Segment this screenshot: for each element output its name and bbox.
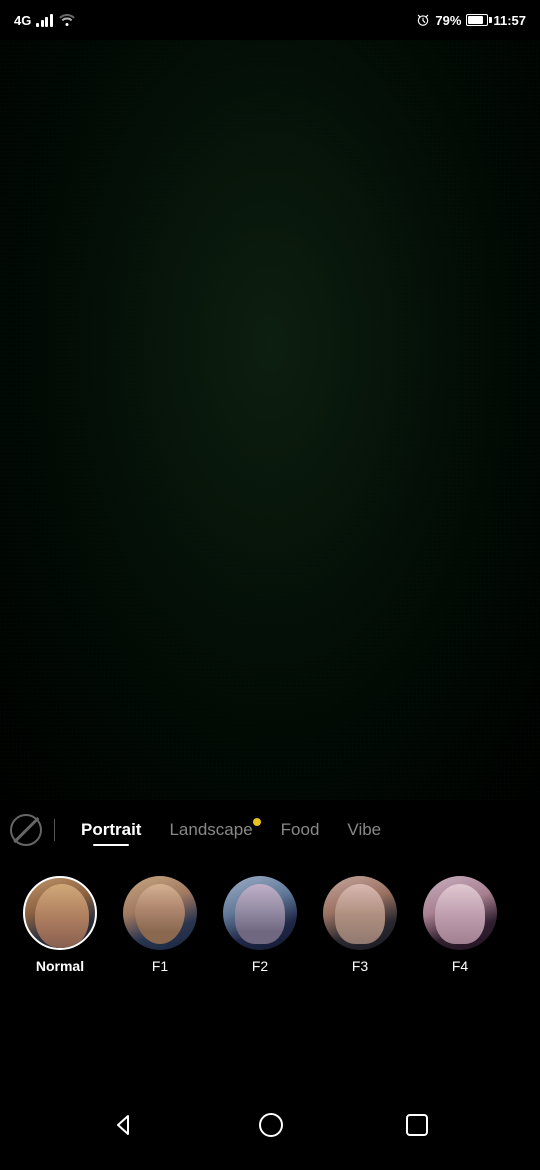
back-button[interactable] <box>110 1111 138 1139</box>
tab-food[interactable]: Food <box>267 812 334 848</box>
preset-f1-thumb <box>123 876 197 950</box>
tab-vibe[interactable]: Vibe <box>333 812 395 848</box>
preset-f1-label: F1 <box>152 958 168 974</box>
tab-divider <box>54 819 55 841</box>
tab-portrait[interactable]: Portrait <box>67 812 155 848</box>
preset-f3[interactable]: F3 <box>310 876 410 974</box>
landscape-dot <box>253 818 261 826</box>
preset-f2-thumb <box>223 876 297 950</box>
filter-tabs-bar: Portrait Landscape Food Vibe <box>0 800 540 860</box>
wifi-icon <box>58 12 76 29</box>
recent-button[interactable] <box>404 1112 430 1138</box>
no-filter-button[interactable] <box>10 814 42 846</box>
preset-f4[interactable]: F4 <box>410 876 510 974</box>
home-button[interactable] <box>257 1111 285 1139</box>
tab-landscape[interactable]: Landscape <box>155 812 266 848</box>
preset-normal-thumb <box>23 876 97 950</box>
preset-f4-label: F4 <box>452 958 468 974</box>
filter-presets-row: Normal F1 F2 F3 F4 <box>0 860 540 990</box>
preset-f3-label: F3 <box>352 958 368 974</box>
preset-f4-thumb <box>423 876 497 950</box>
preset-f2-label: F2 <box>252 958 268 974</box>
alarm-icon <box>416 13 430 27</box>
preset-normal[interactable]: Normal <box>10 876 110 974</box>
preset-normal-label: Normal <box>36 958 84 974</box>
bottom-nav <box>0 1080 540 1170</box>
status-right: 79% 11:57 <box>416 13 526 28</box>
preset-f3-thumb <box>323 876 397 950</box>
signal-bars-icon <box>36 13 53 27</box>
clock: 11:57 <box>493 13 526 28</box>
preset-f1[interactable]: F1 <box>110 876 210 974</box>
signal-type: 4G <box>14 13 31 28</box>
status-bar: 4G 79% 11:57 <box>0 0 540 40</box>
status-left: 4G <box>14 12 76 29</box>
camera-viewfinder <box>0 40 540 800</box>
preset-f2[interactable]: F2 <box>210 876 310 974</box>
battery-percent: 79% <box>435 13 461 28</box>
battery-icon <box>466 14 488 26</box>
